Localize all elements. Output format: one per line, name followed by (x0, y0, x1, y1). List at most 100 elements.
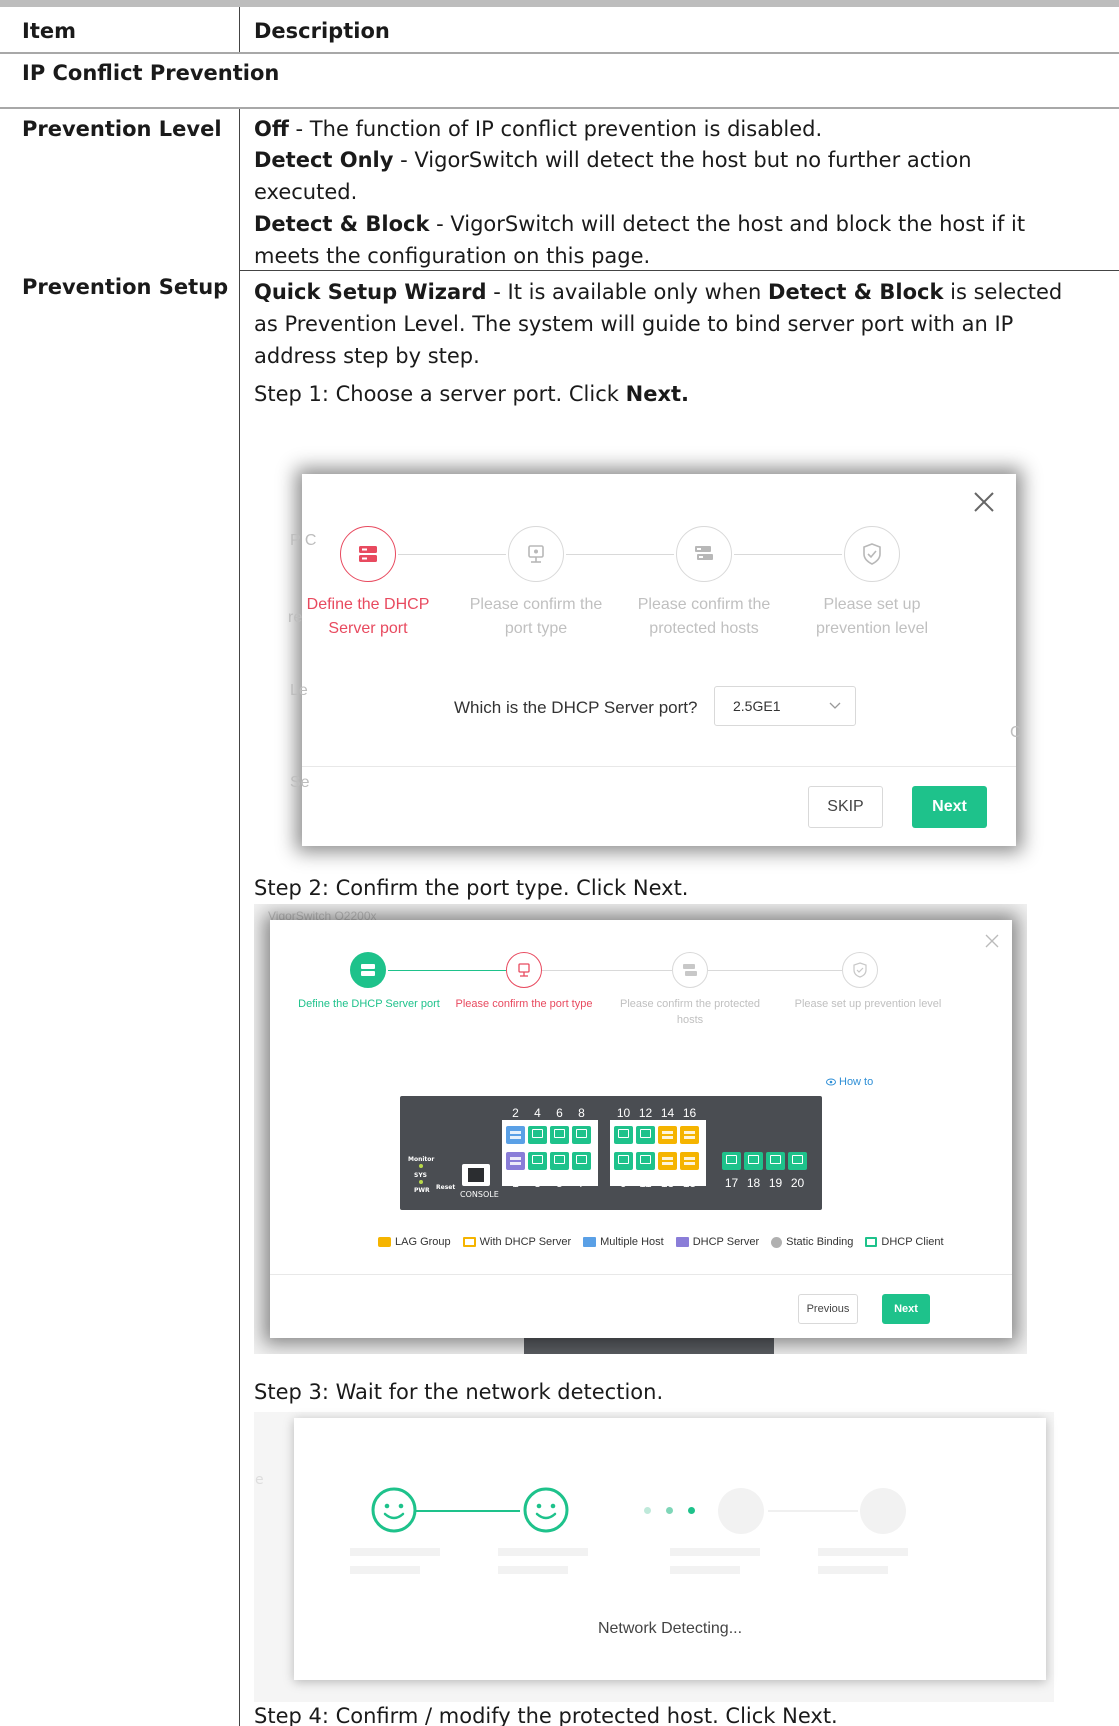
switch-port-top[interactable] (636, 1126, 655, 1144)
shield-step-icon (842, 952, 878, 988)
legend-static: Static Binding (771, 1236, 853, 1248)
smile-step1-icon (370, 1486, 418, 1534)
skip-button[interactable]: SKIP (808, 786, 883, 828)
led-label-pwr: PWR (414, 1187, 430, 1194)
server-step-icon (340, 526, 396, 582)
wizard3-screenshot: e Network Detecting... (254, 1412, 1054, 1702)
wizard2-step3-label: Please confirm the protected hosts (619, 998, 761, 1026)
switch-port-bottom[interactable] (744, 1152, 763, 1170)
server-step-icon (350, 952, 386, 988)
switch-port-bottom[interactable] (766, 1152, 785, 1170)
skeleton-bar (818, 1566, 888, 1574)
legend-static-label: Static Binding (786, 1236, 854, 1248)
close-icon[interactable] (970, 488, 998, 516)
close-icon[interactable] (983, 932, 1001, 950)
progress-dot (644, 1507, 651, 1514)
legend-dhcp-server-label: DHCP Server (692, 1236, 760, 1248)
document-page: Item Description IP Conflict Prevention … (0, 0, 1119, 1726)
skeleton-bar (498, 1548, 588, 1556)
console-port-jack (468, 1168, 484, 1182)
wizard2-dialog: Define the DHCP Server port Please confi… (270, 920, 1012, 1338)
port-number-bottom: 5 (556, 1176, 563, 1190)
led-pwr (419, 1180, 423, 1184)
switch-port-bottom[interactable] (680, 1152, 699, 1170)
header-description: Description (254, 19, 390, 43)
port-number-top: 2 (512, 1106, 519, 1120)
port-number-top: 16 (682, 1106, 697, 1120)
port-number-bottom: 20 (790, 1176, 805, 1190)
switch-port-top[interactable] (528, 1126, 547, 1144)
console-port (462, 1164, 490, 1186)
switch-port-top[interactable] (550, 1126, 569, 1144)
level-line-meets: meets the configuration on this page. (254, 244, 651, 268)
dhcp-port-question: Which is the DHCP Server port? (454, 698, 698, 717)
switch-port-bottom[interactable] (614, 1152, 633, 1170)
table-top-border (0, 0, 1119, 7)
switch-port-bottom[interactable] (658, 1152, 677, 1170)
switch-port-bottom[interactable] (722, 1152, 741, 1170)
howto-label: How to (839, 1076, 874, 1088)
wizard2-step2-label: Please confirm the port type (455, 998, 593, 1010)
skeleton-bar (670, 1566, 740, 1574)
header-divider (239, 7, 240, 53)
switch-port-top[interactable] (506, 1126, 525, 1144)
dialog-footer-divider (270, 1274, 1012, 1275)
column-divider (239, 109, 240, 1726)
pending-step4-icon (860, 1488, 906, 1534)
lag-icon (378, 1237, 391, 1247)
legend-lag-label: LAG Group (395, 1236, 451, 1248)
row-divider (240, 270, 1119, 271)
progress-dot (666, 1507, 673, 1514)
bg-fragment: Se (290, 774, 310, 791)
wizard1-step3-label: Please confirm the protected hosts (637, 596, 771, 637)
switch-port-bottom[interactable] (528, 1152, 547, 1170)
port-number-top: 6 (556, 1106, 563, 1120)
switch-port-bottom[interactable] (506, 1152, 525, 1170)
switch-port-bottom[interactable] (572, 1152, 591, 1170)
switch-port-top[interactable] (680, 1126, 699, 1144)
bg-fragment: P C (290, 532, 317, 549)
next-button[interactable]: Next (912, 786, 987, 828)
port-number-bottom: 11 (639, 1176, 652, 1190)
switch-port-top[interactable] (572, 1126, 591, 1144)
multiple-host-icon (583, 1237, 597, 1247)
dhcp-port-select[interactable]: 2.5GE1 (714, 686, 856, 726)
wizard3-dialog: Network Detecting... (294, 1418, 1046, 1680)
level-line-detect-block: Detect & Block - VigorSwitch will detect… (254, 212, 1026, 236)
step-connector (768, 1510, 858, 1512)
next-button[interactable]: Next (882, 1294, 930, 1324)
port-number-top: 8 (578, 1106, 585, 1120)
switch-port-top[interactable] (658, 1126, 677, 1144)
bg-fragment: e (255, 1472, 264, 1488)
legend-multi-label: Multiple Host (600, 1236, 664, 1248)
wizard2-screenshot: VigorSwitch Q2200x Define the DHCP Serve… (254, 904, 1027, 1354)
step4-text: Step 4: Confirm / modify the protected h… (254, 1704, 838, 1726)
howto-link[interactable]: How to (826, 1076, 873, 1088)
port-number-bottom: 15 (682, 1176, 697, 1190)
switch-port-top[interactable] (614, 1126, 633, 1144)
legend-multi: Multiple Host (583, 1236, 664, 1248)
switch-port-bottom[interactable] (550, 1152, 569, 1170)
wizard1-step1-label: Define the DHCP Server port (306, 596, 430, 637)
chevron-down-icon (829, 702, 841, 709)
network-detecting-status: Network Detecting... (597, 1620, 743, 1637)
smile-step2-icon (522, 1486, 570, 1534)
pending-step3-icon (718, 1488, 764, 1534)
switch-port-bottom[interactable] (636, 1152, 655, 1170)
wizard1-step4-label: Please set up prevention level (815, 596, 929, 637)
switch-port-bottom[interactable] (788, 1152, 807, 1170)
reset-label: Reset (436, 1184, 456, 1191)
header-item: Item (22, 19, 76, 43)
row-item-prevention-setup: Prevention Setup (22, 275, 229, 299)
setup-intro-line3: address step by step. (254, 344, 480, 368)
wizard1-dialog: P C re Le Se C Define the DHCP Server por… (288, 474, 1022, 846)
step-connector (542, 970, 672, 971)
led-label-monitor: Monitor (408, 1156, 435, 1163)
step-connector (388, 970, 506, 971)
port-type-step-icon (506, 952, 542, 988)
led-sys (419, 1164, 423, 1168)
header-bottom-border (0, 52, 1119, 54)
with-dhcp-icon (462, 1237, 476, 1247)
hosts-step-icon (672, 952, 708, 988)
previous-button[interactable]: Previous (798, 1294, 858, 1324)
